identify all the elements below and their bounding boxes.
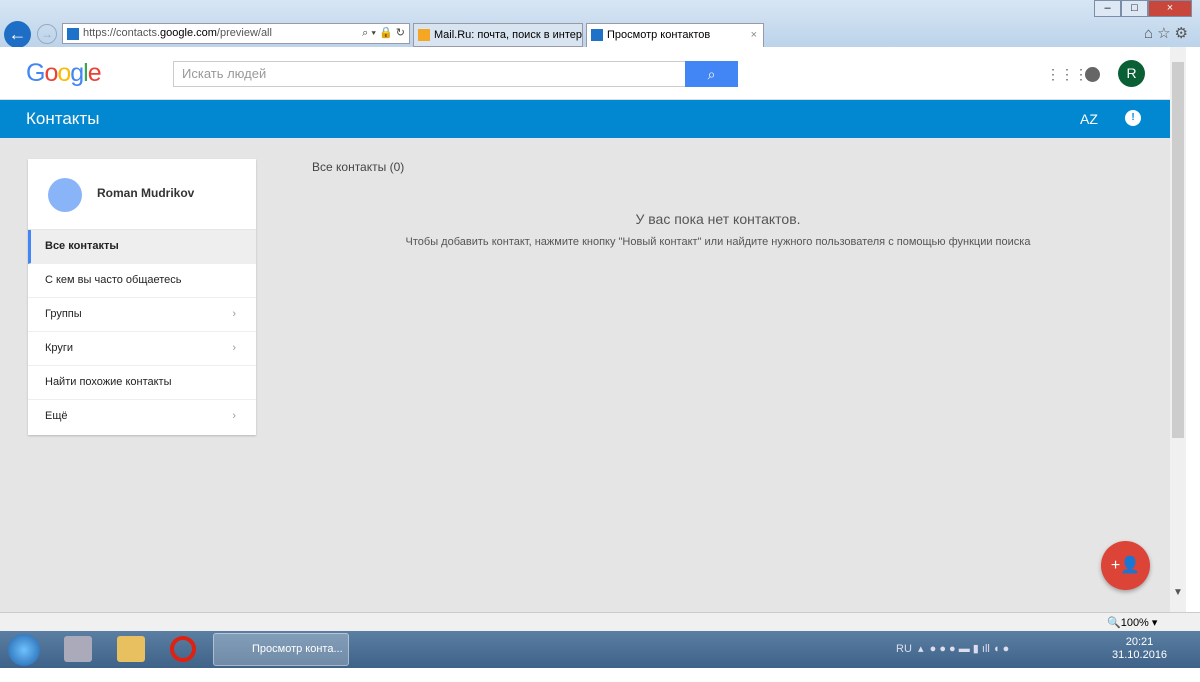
taskbar: Просмотр конта... RU ▴ ● ● ● ▬ ▮ ıll ◖ ●… xyxy=(0,631,1200,668)
add-contact-button[interactable]: +👤 xyxy=(1101,541,1150,590)
notifications-icon[interactable] xyxy=(1085,67,1100,82)
empty-hint: Чтобы добавить контакт, нажмите кнопку "… xyxy=(405,236,1031,248)
feedback-icon[interactable]: ! xyxy=(1125,110,1141,126)
search-button[interactable]: ⌕ xyxy=(685,61,738,87)
clock[interactable]: 20:21 31.10.2016 xyxy=(1112,636,1167,662)
forward-button[interactable]: → xyxy=(37,24,57,44)
home-star-gear-icon[interactable]: ⌂☆⚙ xyxy=(1144,24,1192,42)
sort-icon[interactable]: AZ xyxy=(1080,111,1098,127)
explorer-icon[interactable] xyxy=(117,636,145,662)
scrollbar-thumb[interactable] xyxy=(1172,62,1184,438)
bottom-margin xyxy=(0,668,1200,682)
sidebar: Roman Mudrikov Все контакты С кем вы час… xyxy=(28,159,256,435)
sidebar-item-groups[interactable]: Группы › xyxy=(28,298,256,332)
label: Группы xyxy=(45,308,82,320)
address-bar[interactable]: https://contacts.google.com/preview/all ⌕… xyxy=(62,23,410,44)
label: Найти похожие контакты xyxy=(45,376,172,388)
system-tray: RU ▴ ● ● ● ▬ ▮ ıll ◖ ● xyxy=(896,643,1010,655)
tab-label: Mail.Ru: почта, поиск в интер... xyxy=(434,29,583,41)
start-button[interactable] xyxy=(8,634,40,666)
search-lock-refresh-icon[interactable]: ⌕ ▾ 🔒 ↻ xyxy=(362,24,405,43)
tab-mailru[interactable]: Mail.Ru: почта, поиск в интер... xyxy=(413,23,583,47)
contacts-icon xyxy=(591,29,603,41)
sidebar-item-circles[interactable]: Круги › xyxy=(28,332,256,366)
contacts-heading: Все контакты (0) xyxy=(312,160,405,174)
sidebar-item-more[interactable]: Ещё › xyxy=(28,400,256,434)
chevron-right-icon: › xyxy=(232,308,236,320)
close-tab-icon[interactable]: × xyxy=(751,24,757,46)
sidebar-item-find-similar[interactable]: Найти похожие контакты xyxy=(28,366,256,400)
google-logo: Google xyxy=(26,59,102,87)
mailru-icon xyxy=(418,29,430,41)
empty-title: У вас пока нет контактов. xyxy=(635,211,801,227)
tab-label: Просмотр контактов xyxy=(607,29,711,41)
date: 31.10.2016 xyxy=(1112,649,1168,661)
favicon-icon xyxy=(67,28,79,40)
url-domain: google.com xyxy=(160,27,217,39)
zoom-value: 100% xyxy=(1120,617,1149,629)
maximize-button[interactable]: □ xyxy=(1121,0,1148,17)
back-button[interactable]: ← xyxy=(4,21,31,48)
browser-chrome: – □ × ← → https://contacts.google.com/prev… xyxy=(0,0,1200,48)
url-prefix: https://contacts. xyxy=(83,27,161,39)
label: Ещё xyxy=(45,410,68,422)
chevron-right-icon: › xyxy=(232,410,236,422)
status-bar: 🔍100% ▾ xyxy=(0,612,1200,631)
calculator-icon[interactable] xyxy=(64,636,92,662)
url-path: /preview/all xyxy=(216,27,272,39)
app-bar: Контакты AZ ! xyxy=(0,100,1170,138)
zoom-level[interactable]: 🔍100% ▾ xyxy=(1107,616,1157,629)
time: 20:21 xyxy=(1125,636,1154,648)
main-content: Roman Mudrikov Все контакты С кем вы час… xyxy=(0,138,1170,612)
close-window-button[interactable]: × xyxy=(1148,0,1192,17)
page-title: Контакты xyxy=(26,109,100,128)
opera-icon[interactable] xyxy=(170,636,196,662)
sidebar-item-frequent[interactable]: С кем вы часто общаетесь xyxy=(28,264,256,298)
user-name: Roman Mudrikov xyxy=(97,186,195,200)
avatar[interactable]: R xyxy=(1118,60,1145,87)
task-label: Просмотр конта... xyxy=(252,643,343,655)
chevron-right-icon: › xyxy=(232,342,236,354)
user-avatar-icon xyxy=(48,178,82,212)
apps-icon[interactable]: ⋮⋮⋮ xyxy=(1046,66,1088,83)
language-indicator[interactable]: RU xyxy=(896,643,912,655)
google-header: Google Искать людей ⌕ ⋮⋮⋮ R xyxy=(0,47,1170,100)
minimize-button[interactable]: – xyxy=(1094,0,1121,17)
taskbar-ie-window[interactable]: Просмотр конта... xyxy=(213,633,349,666)
label: Круги xyxy=(45,342,74,354)
tab-contacts[interactable]: Просмотр контактов × xyxy=(586,23,764,47)
search-input[interactable]: Искать людей xyxy=(173,61,686,87)
label: С кем вы часто общаетесь xyxy=(45,274,182,286)
